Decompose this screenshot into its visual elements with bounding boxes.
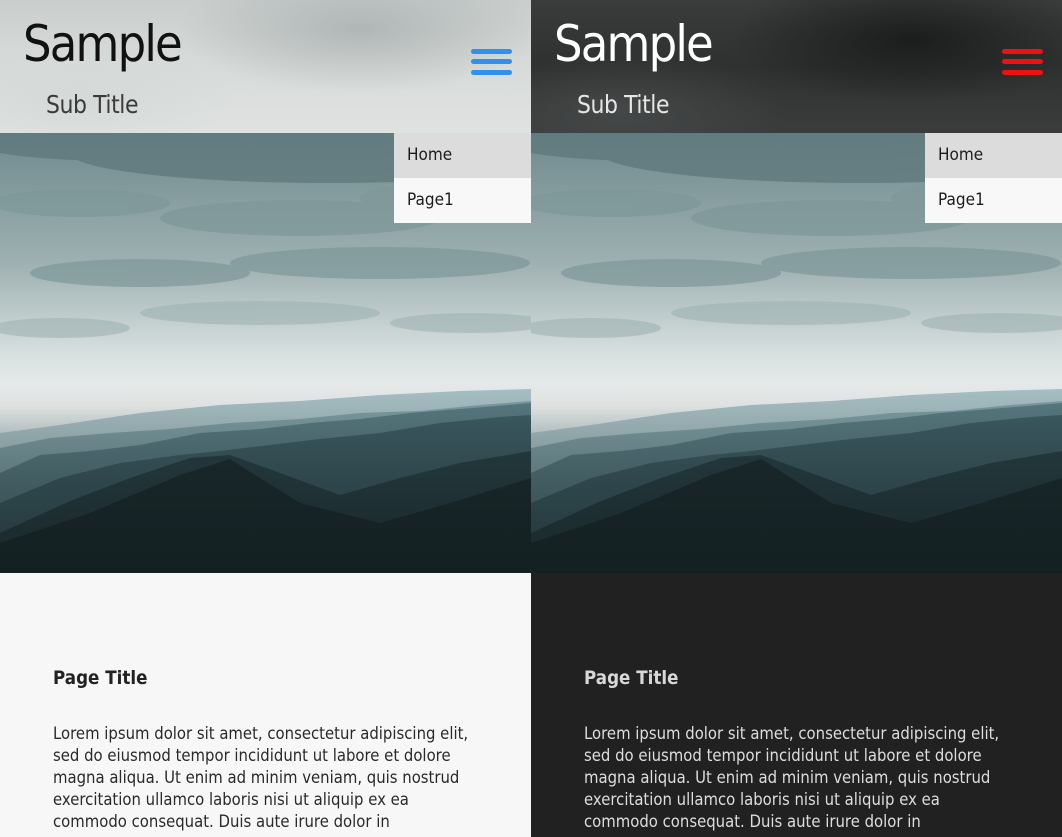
dropdown-nav-menu: Home Page1 — [394, 133, 531, 223]
site-title: Sample — [554, 15, 714, 73]
nav-item-label: Home — [407, 145, 453, 165]
hamburger-menu-icon[interactable] — [1001, 48, 1045, 80]
nav-item-page1[interactable]: Page1 — [394, 178, 531, 223]
app-stage: Sample Sub Title Home Page1 Page Title L… — [0, 0, 1062, 837]
menu-icon-bar — [1002, 70, 1043, 75]
nav-item-home[interactable]: Home — [925, 133, 1062, 178]
site-subtitle: Sub Title — [46, 90, 139, 119]
site-header: Sample Sub Title — [0, 0, 531, 133]
menu-icon-bar — [471, 59, 512, 64]
page-content: Page Title Lorem ipsum dolor sit amet, c… — [0, 573, 531, 837]
nav-item-home[interactable]: Home — [394, 133, 531, 178]
body-text: Lorem ipsum dolor sit amet, consectetur … — [53, 724, 469, 832]
dropdown-nav-menu: Home Page1 — [925, 133, 1062, 223]
site-title: Sample — [23, 15, 183, 73]
page-title: Page Title — [584, 667, 679, 689]
menu-icon-bar — [1002, 49, 1043, 54]
menu-icon-bar — [471, 70, 512, 75]
site-header: Sample Sub Title — [531, 0, 1062, 133]
hamburger-menu-icon[interactable] — [470, 48, 514, 80]
site-subtitle: Sub Title — [577, 90, 670, 119]
page-title: Page Title — [53, 667, 148, 689]
menu-icon-bar — [1002, 59, 1043, 64]
nav-item-label: Page1 — [938, 190, 985, 210]
page-content: Page Title Lorem ipsum dolor sit amet, c… — [531, 573, 1062, 837]
nav-item-label: Page1 — [407, 190, 454, 210]
menu-icon-bar — [471, 49, 512, 54]
nav-item-page1[interactable]: Page1 — [925, 178, 1062, 223]
dark-theme-preview: Sample Sub Title Home Page1 Page Title L… — [531, 0, 1062, 837]
body-text: Lorem ipsum dolor sit amet, consectetur … — [584, 724, 1000, 832]
light-theme-preview: Sample Sub Title Home Page1 Page Title L… — [0, 0, 531, 837]
nav-item-label: Home — [938, 145, 984, 165]
